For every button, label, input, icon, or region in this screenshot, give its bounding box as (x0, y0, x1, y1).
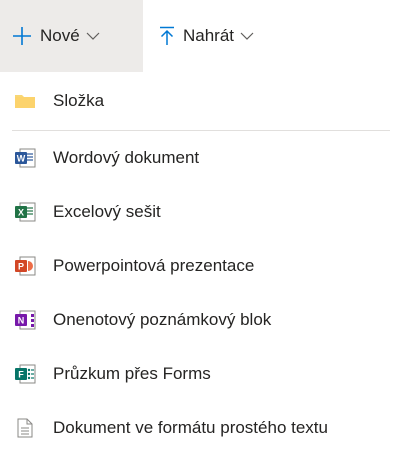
onenote-icon: N (14, 309, 36, 331)
word-icon: W (14, 147, 36, 169)
menu-item-label: Průzkum přes Forms (53, 364, 211, 383)
menu-item-folder[interactable]: Složka (0, 72, 402, 130)
folder-icon (14, 90, 36, 112)
menu-item-label: Onenotový poznámkový blok (53, 310, 272, 329)
menu-item-label: Wordový dokument (53, 148, 200, 167)
svg-text:X: X (18, 208, 24, 218)
svg-text:N: N (18, 316, 25, 326)
excel-icon: X (14, 201, 36, 223)
new-button-label: Nové (40, 26, 80, 45)
menu-item-onenote[interactable]: N Onenotový poznámkový blok (0, 293, 402, 347)
menu-item-word[interactable]: W Wordový dokument (0, 131, 402, 185)
upload-icon (159, 26, 175, 46)
menu-item-label: Excelový sešit (53, 202, 161, 221)
plus-icon (12, 26, 32, 46)
powerpoint-icon: P (14, 255, 36, 277)
menu-item-powerpoint[interactable]: P Powerpointová prezentace (0, 239, 402, 293)
chevron-down-icon (86, 31, 100, 41)
forms-icon: F (14, 363, 36, 385)
new-menu: Složka W Wordový dokument X Excelový seš… (0, 72, 402, 455)
chevron-down-icon (240, 31, 254, 41)
svg-text:P: P (18, 262, 24, 272)
menu-item-text-document[interactable]: Dokument ve formátu prostého textu (0, 401, 402, 455)
menu-item-label: Powerpointová prezentace (53, 256, 255, 275)
menu-item-excel[interactable]: X Excelový sešit (0, 185, 402, 239)
menu-item-label: Dokument ve formátu prostého textu (53, 418, 328, 437)
svg-text:F: F (18, 370, 24, 380)
command-bar: Nové Nahrát (0, 0, 402, 72)
menu-item-label: Složka (53, 91, 105, 110)
svg-text:W: W (17, 154, 26, 164)
menu-item-forms[interactable]: F Průzkum přes Forms (0, 347, 402, 401)
upload-button-label: Nahrát (183, 26, 235, 45)
upload-button[interactable]: Nahrát (143, 0, 254, 72)
new-button[interactable]: Nové (0, 0, 143, 72)
text-file-icon (14, 417, 36, 439)
